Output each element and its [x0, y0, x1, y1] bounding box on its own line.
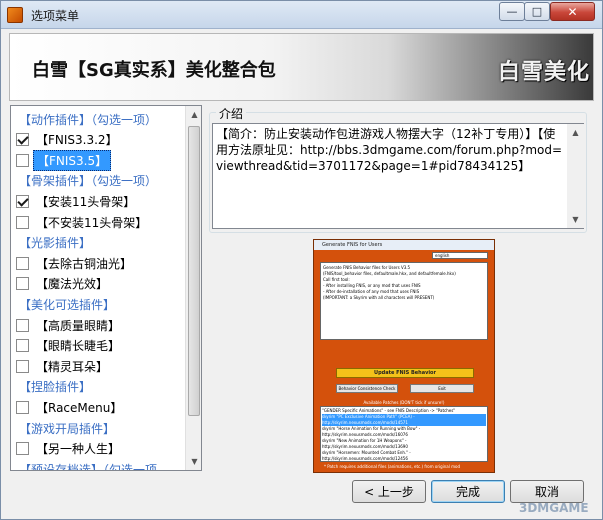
scroll-thumb[interactable]	[188, 126, 200, 416]
intro-group: 介绍 【简介：防止安装动作包进游戏人物摆大字（12补丁专用）】【使用方法原址见：…	[209, 105, 587, 233]
preview-patch-item: skyrim "New Animation for 1H Weapons" - …	[322, 438, 408, 449]
option-checkbox[interactable]	[16, 153, 29, 167]
preview-log: Generate FNIS Behavior files for Users V…	[320, 262, 488, 340]
preview-language-select: english	[432, 252, 488, 259]
option-label: 【FNIS3.3.2】	[36, 133, 118, 148]
option-item[interactable]: 【魔法光效】	[11, 275, 185, 293]
option-checkbox[interactable]	[16, 194, 29, 208]
option-checkbox[interactable]	[16, 359, 29, 373]
scroll-up-icon[interactable]: ▲	[567, 124, 584, 141]
banner-logo: 白雪美化	[497, 59, 590, 85]
preview-log-line: (IMPORTANT: a Skyrim with all characters…	[323, 295, 435, 300]
maximize-icon: □	[531, 5, 543, 18]
preview-patches-label: Available Patches (DON'T tick if unsure!…	[363, 400, 445, 405]
option-checkbox[interactable]	[16, 400, 29, 414]
option-label: 【精灵耳朵】	[36, 359, 109, 374]
option-label: 【安装11头骨架】	[36, 194, 136, 209]
scroll-down-icon[interactable]: ▼	[186, 453, 201, 470]
close-icon: ✕	[567, 4, 578, 19]
preview-image: Generate FNIS for Users english Generate…	[313, 239, 495, 473]
back-button[interactable]: < 上一步	[352, 480, 426, 503]
option-group-header: 【光影插件】	[11, 234, 185, 252]
option-label: 【另一种人生】	[36, 442, 121, 457]
option-checkbox[interactable]	[16, 277, 29, 291]
options-scrollbar[interactable]: ▲ ▼	[185, 106, 201, 470]
option-label: 【游戏开局插件】	[19, 421, 116, 436]
banner: 白雪【SG真实系】美化整合包 白雪美化	[9, 33, 594, 101]
option-label: 【动作插件】（勾选一项）	[19, 112, 158, 127]
preview-footer: * Patch requires additional files (anima…	[324, 464, 461, 469]
option-group-header: 【美化可选插件】	[11, 295, 185, 313]
option-label: 【高质量眼睛】	[36, 318, 121, 333]
preview-patch-item: skyrim "PC Exclusive Animation Path" (PC…	[322, 414, 486, 426]
options-window: 选项菜单 — □ ✕ 白雪【SG真实系】美化整合包 白雪美化 【动作插件】（勾选…	[0, 0, 603, 520]
intro-scrollbar[interactable]: ▲ ▼	[567, 124, 584, 228]
intro-textbox[interactable]: 【简介：防止安装动作包进游戏人物摆大字（12补丁专用）】【使用方法原址见：htt…	[212, 123, 584, 229]
option-item[interactable]: 【FNIS3.3.2】	[11, 131, 185, 149]
option-label: 【眼睛长睫毛】	[36, 339, 121, 354]
option-label: 【不安装11头骨架】	[36, 215, 148, 230]
option-label: 【骨架插件】（勾选一项）	[19, 174, 158, 189]
preview-window-title: Generate FNIS for Users	[314, 240, 494, 250]
app-icon	[7, 7, 23, 23]
scroll-up-icon[interactable]: ▲	[186, 106, 201, 123]
option-label: 【捏脸插件】	[19, 380, 92, 395]
option-label: 【光影插件】	[19, 236, 92, 251]
option-item[interactable]: 【高质量眼睛】	[11, 316, 185, 334]
cancel-button[interactable]: 取消	[510, 480, 584, 503]
minimize-button[interactable]: —	[499, 2, 525, 21]
option-label: 【预设存档选】（勾选一项	[19, 462, 158, 471]
option-label: 【去除古铜油光】	[36, 256, 133, 271]
banner-title: 白雪【SG真实系】美化整合包	[32, 60, 276, 81]
minimize-icon: —	[506, 5, 518, 18]
option-item[interactable]: 【去除古铜油光】	[11, 254, 185, 272]
watermark: 3DMGAME	[519, 501, 589, 515]
preview-patch-item: skyrim "Horse Animation for Running with…	[322, 426, 421, 437]
option-item[interactable]: 【眼睛长睫毛】	[11, 337, 185, 355]
finish-button[interactable]: 完成	[431, 480, 505, 503]
window-title: 选项菜单	[31, 9, 80, 23]
option-item[interactable]: 【RaceMenu】	[11, 398, 185, 416]
option-checkbox[interactable]	[16, 318, 29, 332]
preview-patch-item: skyrim "Horsemen: Mounted Combat Enh." -…	[322, 450, 411, 461]
option-checkbox[interactable]	[16, 339, 29, 353]
option-group-header: 【骨架插件】（勾选一项）	[11, 172, 185, 190]
option-label: 【RaceMenu】	[36, 400, 123, 415]
option-group-header: 【动作插件】（勾选一项）	[11, 110, 185, 128]
option-group-header: 【预设存档选】（勾选一项	[11, 460, 185, 471]
option-item[interactable]: 【不安装11头骨架】	[11, 213, 185, 231]
scroll-down-icon[interactable]: ▼	[567, 211, 584, 228]
option-label: 【FNIS3.5】	[33, 149, 112, 171]
option-checkbox[interactable]	[16, 442, 29, 456]
options-list-panel[interactable]: 【动作插件】（勾选一项） 【FNIS3.3.2】 【FNIS3.5】【骨架插件】（勾…	[10, 105, 202, 471]
close-button[interactable]: ✕	[550, 2, 595, 21]
option-label: 【魔法光效】	[36, 277, 109, 292]
option-item[interactable]: 【安装11头骨架】	[11, 192, 185, 210]
option-group-header: 【游戏开局插件】	[11, 419, 185, 437]
option-checkbox[interactable]	[16, 215, 29, 229]
option-label: 【美化可选插件】	[19, 297, 116, 312]
intro-text: 【简介：防止安装动作包进游戏人物摆大字（12补丁专用）】【使用方法原址见：htt…	[216, 127, 563, 173]
intro-legend: 介绍	[216, 105, 247, 122]
preview-consistency-button: Behavior Consistence Check	[336, 384, 398, 393]
option-item[interactable]: 【另一种人生】	[11, 440, 185, 458]
option-checkbox[interactable]	[16, 256, 29, 270]
option-item[interactable]: 【精灵耳朵】	[11, 357, 185, 375]
preview-exit-button: Exit	[410, 384, 474, 393]
title-bar[interactable]: 选项菜单 — □ ✕	[1, 1, 602, 29]
option-item[interactable]: 【FNIS3.5】	[11, 149, 185, 171]
preview-update-button: Update FNIS Behavior	[336, 368, 474, 378]
option-group-header: 【捏脸插件】	[11, 378, 185, 396]
option-checkbox[interactable]	[16, 133, 29, 147]
maximize-button[interactable]: □	[524, 2, 550, 21]
preview-patches-list: "GENDER Specific Animations" - see FNIS …	[320, 406, 488, 462]
